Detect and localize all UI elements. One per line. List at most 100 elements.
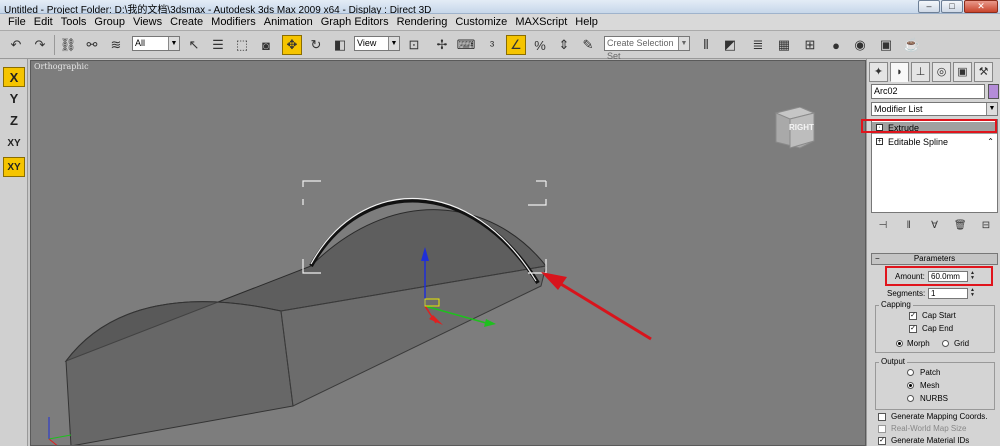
utilities-tab-icon[interactable]: ⚒	[974, 62, 993, 82]
align-icon[interactable]: ◩	[720, 35, 740, 55]
viewcube[interactable]: RIGHT	[772, 107, 816, 149]
snaps-toggle-icon[interactable]: ³	[482, 35, 502, 55]
viewcube-face-label: RIGHT	[789, 123, 814, 132]
reference-coordinate-dropdown[interactable]: View ▼	[354, 36, 400, 51]
select-object-icon[interactable]: ↖	[184, 35, 204, 55]
select-move-icon[interactable]: ✥	[282, 35, 302, 55]
minimize-button[interactable]: –	[918, 0, 940, 13]
mesh-radio[interactable]	[907, 382, 914, 389]
menu-tools[interactable]: Tools	[57, 16, 91, 28]
schematic-view-icon[interactable]: ⊞	[800, 35, 820, 55]
menu-create[interactable]: Create	[166, 16, 207, 28]
unlink-icon[interactable]: ⚯	[82, 35, 102, 55]
axis-xy-button[interactable]: XY	[3, 134, 25, 154]
pin-stack-icon[interactable]: ⊣	[874, 217, 892, 235]
window-crossing-icon[interactable]: ◙	[256, 35, 276, 55]
axis-xy-flyout-button[interactable]: XY	[3, 157, 25, 177]
cap-end-checkbox[interactable]: ✓	[909, 325, 917, 333]
stack-tools: ⊣ ‖ ∀ 🗑 ⊟	[871, 217, 998, 235]
maximize-button[interactable]: □	[941, 0, 963, 13]
menu-modifiers[interactable]: Modifiers	[207, 16, 260, 28]
curve-editor-icon[interactable]: ▦	[774, 35, 794, 55]
reference-coordinate-value: View	[357, 38, 377, 48]
expand-plus-icon[interactable]: +	[876, 138, 883, 145]
generate-material-ids-label: Generate Material IDs	[891, 436, 970, 445]
generate-material-ids-checkbox[interactable]: ✓	[878, 437, 886, 445]
generate-mapping-label: Generate Mapping Coords.	[891, 412, 988, 421]
world-axis-tripod	[48, 417, 72, 445]
remove-modifier-icon[interactable]: 🗑	[951, 217, 969, 235]
grid-radio[interactable]	[942, 340, 949, 347]
named-selection-set-field[interactable]: Create Selection Set ▼	[604, 36, 690, 61]
render-setup-icon[interactable]: ◉	[850, 35, 870, 55]
orthographic-viewport[interactable]: Orthographic RIGHT	[30, 60, 866, 446]
select-by-name-icon[interactable]: ☰	[208, 35, 228, 55]
modifier-list-dropdown[interactable]: Modifier List ▼	[871, 102, 998, 116]
undo-icon[interactable]: ↶	[6, 35, 26, 55]
keyboard-shortcut-icon[interactable]: ⌨	[456, 35, 476, 55]
select-link-icon[interactable]: ⛓	[58, 35, 78, 55]
material-editor-icon[interactable]: ●	[826, 35, 846, 55]
menu-maxscript[interactable]: MAXScript	[511, 16, 571, 28]
mirror-icon[interactable]: ⫴	[696, 35, 716, 55]
selection-filter-value: All	[135, 38, 146, 48]
rendered-frame-icon[interactable]: ▣	[876, 35, 896, 55]
layer-manager-icon[interactable]: ≣	[748, 35, 768, 55]
menu-edit[interactable]: Edit	[30, 16, 57, 28]
chevron-down-icon: ▼	[388, 37, 399, 50]
select-manipulate-icon[interactable]: ✢	[432, 35, 452, 55]
hierarchy-tab-icon[interactable]: ⊥	[911, 62, 930, 82]
segments-input[interactable]: 1	[928, 288, 968, 299]
selection-filter-dropdown[interactable]: All ▼	[132, 36, 180, 51]
named-selection-edit-icon[interactable]: ✎	[578, 35, 598, 55]
motion-tab-icon[interactable]: ◎	[932, 62, 951, 82]
percent-snap-icon[interactable]: %	[530, 35, 550, 55]
viewport-scene	[48, 180, 652, 445]
stack-item-editable-spline[interactable]: + Editable Spline ⌃	[872, 136, 997, 148]
menu-customize[interactable]: Customize	[451, 16, 511, 28]
spinner-snap-icon[interactable]: ⇕	[554, 35, 574, 55]
modify-tab-icon[interactable]: ◗	[890, 62, 909, 82]
parameters-rollout-header[interactable]: − Parameters	[871, 253, 998, 265]
redo-icon[interactable]: ↷	[30, 35, 50, 55]
patch-radio[interactable]	[907, 369, 914, 376]
segments-label: Segments:	[887, 289, 926, 298]
menu-rendering[interactable]: Rendering	[393, 16, 452, 28]
real-world-map-size-label: Real-World Map Size	[891, 424, 967, 433]
morph-radio[interactable]	[896, 340, 903, 347]
menu-animation[interactable]: Animation	[260, 16, 317, 28]
angle-snap-icon[interactable]: ∠	[506, 35, 526, 55]
select-scale-icon[interactable]: ◧	[330, 35, 350, 55]
axis-y-button[interactable]: Y	[3, 89, 25, 109]
nurbs-radio[interactable]	[907, 395, 914, 402]
close-button[interactable]: ✕	[964, 0, 998, 13]
menu-help[interactable]: Help	[571, 16, 602, 28]
cap-start-checkbox[interactable]: ✓	[909, 312, 917, 320]
display-tab-icon[interactable]: ▣	[953, 62, 972, 82]
axis-z-button[interactable]: Z	[3, 111, 25, 131]
menu-group[interactable]: Group	[90, 16, 129, 28]
axis-x-button[interactable]: X	[3, 67, 25, 87]
command-panel-tabs: ✦ ◗ ⊥ ◎ ▣ ⚒	[869, 62, 999, 84]
show-end-result-icon[interactable]: ‖	[900, 217, 918, 235]
menu-graph-editors[interactable]: Graph Editors	[317, 16, 393, 28]
title-bar: Untitled - Project Folder: D:\我的文档\3dsma…	[0, 0, 1000, 16]
create-tab-icon[interactable]: ✦	[869, 62, 888, 82]
cap-end-label: Cap End	[922, 324, 954, 333]
select-rotate-icon[interactable]: ↻	[306, 35, 326, 55]
real-world-map-size-checkbox[interactable]	[878, 425, 886, 433]
menu-views[interactable]: Views	[129, 16, 166, 28]
object-color-swatch[interactable]	[988, 84, 999, 99]
bind-spacewarp-icon[interactable]: ≋	[106, 35, 126, 55]
pivot-center-icon[interactable]: ⊡	[404, 35, 424, 55]
rectangular-selection-icon[interactable]: ⬚	[232, 35, 252, 55]
menu-file[interactable]: File	[4, 16, 30, 28]
render-teapot-icon[interactable]: ☕	[902, 35, 922, 55]
object-name-field[interactable]: Arc02	[871, 84, 985, 99]
menu-bar: File Edit Tools Group Views Create Modif…	[0, 14, 1000, 31]
segments-spinner-arrows[interactable]: ▲ ▼	[969, 288, 976, 299]
generate-mapping-checkbox[interactable]	[878, 413, 886, 421]
mesh-label: Mesh	[920, 381, 940, 390]
make-unique-icon[interactable]: ∀	[926, 217, 944, 235]
configure-modifier-sets-icon[interactable]: ⊟	[977, 217, 995, 235]
